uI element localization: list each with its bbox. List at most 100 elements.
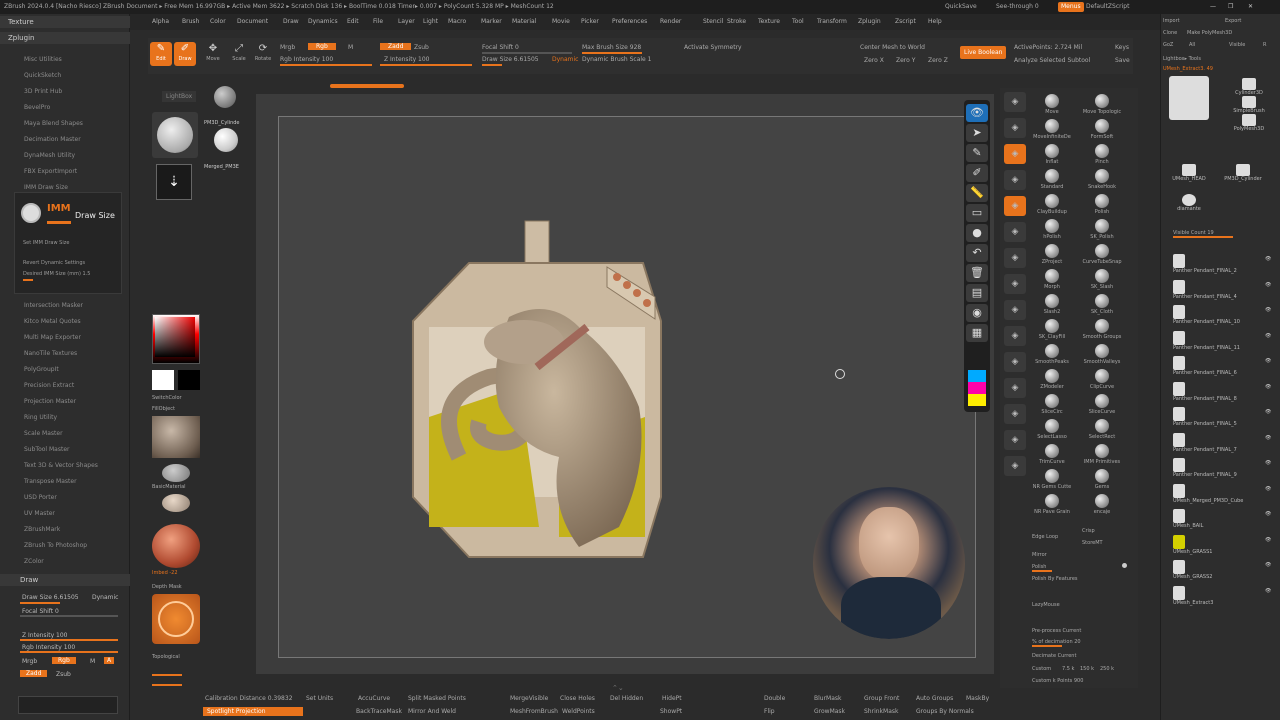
zero-x-button[interactable]: Zero X (864, 57, 884, 64)
side-tool-button[interactable]: ◈ (1004, 404, 1026, 424)
subtool-row[interactable]: Panther Pendant_FINAL_10 👁 (1173, 305, 1273, 327)
red-material-thumbnail[interactable] (152, 524, 200, 568)
brush-item[interactable]: IMM Primitives (1078, 444, 1126, 465)
menus-button[interactable]: Menus (1058, 2, 1084, 12)
brush-item[interactable]: SK_Cloth (1078, 294, 1126, 315)
plugin-item[interactable]: BevelPro (24, 104, 50, 111)
restore-icon[interactable]: ❐ (1228, 0, 1233, 14)
merged-thumbnail[interactable] (214, 128, 238, 152)
see-through-slider[interactable]: See-through 0 (996, 0, 1039, 14)
menu-movie[interactable]: Movie (552, 14, 570, 30)
brush-item[interactable]: FormSoft (1078, 119, 1126, 140)
zero-z-button[interactable]: Zero Z (928, 57, 948, 64)
switch-color-button[interactable]: SwitchColor (152, 395, 182, 401)
secondary-color-swatch[interactable] (178, 370, 200, 390)
brush-item[interactable]: ClayBuildup (1028, 194, 1076, 215)
eye-icon[interactable]: 👁 (1265, 282, 1271, 288)
close-holes-button[interactable]: Close Holes (560, 695, 595, 702)
rgb-intensity-slider[interactable]: Rgb Intensity 100 (280, 56, 333, 63)
viewport-tool-button[interactable]: 👁 (966, 104, 988, 122)
side-tool-button[interactable]: ◈ (1004, 170, 1026, 190)
menu-tool[interactable]: Tool (792, 14, 804, 30)
tool-thumbnail[interactable]: SimpleBrush (1221, 96, 1277, 114)
brush-item[interactable]: Gems (1078, 469, 1126, 490)
zsub-button[interactable]: Zsub (414, 44, 429, 51)
close-icon[interactable]: ✕ (1248, 0, 1253, 14)
menu-alpha[interactable]: Alpha (152, 14, 169, 30)
viewport-tool-button[interactable]: ▭ (966, 204, 988, 222)
all-button[interactable]: All (1189, 42, 1195, 48)
pm3d-cylinder-label[interactable]: PM3D_Cylinde (204, 120, 240, 126)
plugin-item[interactable]: NanoTile Textures (24, 350, 77, 357)
brush-item[interactable]: SliceCirc (1028, 394, 1076, 415)
eye-icon[interactable]: 👁 (1265, 511, 1271, 517)
move-button[interactable]: ✥ Move (202, 42, 224, 66)
viewport-tool-button[interactable]: 🗑 (966, 264, 988, 282)
plugin-item[interactable]: Transpose Master (24, 478, 77, 485)
backtrace-mask-button[interactable]: BackTraceMask (356, 708, 402, 715)
eye-icon[interactable]: 👁 (1265, 384, 1271, 390)
subtool-row[interactable]: Panther Pendant_FINAL_2 👁 (1173, 254, 1273, 276)
plugin-item[interactable]: Precision Extract (24, 382, 74, 389)
tool-thumbnail[interactable]: UMesh_HEAD (1161, 164, 1217, 182)
plugin-item[interactable]: PolyGroupIt (24, 366, 59, 373)
plugin-item[interactable]: Multi Map Exporter (24, 334, 81, 341)
groups-by-normals-button[interactable]: Groups By Normals (916, 708, 974, 715)
menu-zscript[interactable]: Zscript (895, 14, 916, 30)
set-units-button[interactable]: Set Units (306, 695, 333, 702)
side-tool-button[interactable]: ◈ (1004, 92, 1026, 112)
viewport-tool-button[interactable]: ▦ (966, 324, 988, 342)
menu-stencil[interactable]: Stencil (703, 14, 723, 30)
brush-item[interactable]: SmoothValleys (1078, 344, 1126, 365)
menu-render[interactable]: Render (660, 14, 681, 30)
subtool-row[interactable]: Panther Pendant_FINAL_6 👁 (1173, 356, 1273, 378)
subtool-row[interactable]: Panther Pendant_FINAL_7 👁 (1173, 432, 1273, 455)
split-masked-points-button[interactable]: Split Masked Points (408, 695, 466, 702)
plugin-item[interactable]: DynaMesh Utility (24, 152, 75, 159)
viewport-tool-button[interactable]: ✐ (966, 164, 988, 182)
current-brush-thumbnail[interactable] (152, 112, 198, 158)
tool-thumbnail[interactable]: diamante (1161, 194, 1217, 212)
plugin-item[interactable]: Projection Master (24, 398, 76, 405)
subtool-row[interactable]: Panther Pendant_FINAL_4 👁 (1173, 279, 1273, 302)
brush-item[interactable]: MoveInfiniteDe (1028, 119, 1076, 140)
menu-draw[interactable]: Draw (283, 14, 299, 30)
brush-item[interactable]: NR Gems Cutte (1028, 469, 1076, 490)
subtool-row[interactable]: UMesh_Merged_PM3D_Cube 👁 (1173, 483, 1273, 506)
auto-groups-button[interactable]: Auto Groups (916, 695, 953, 702)
plugin-item[interactable]: SubTool Master (24, 446, 69, 453)
zadd-button[interactable]: Zadd (380, 43, 412, 50)
menu-edit[interactable]: Edit (347, 14, 359, 30)
mrgb-button[interactable]: Mrgb (280, 44, 295, 51)
brush-item[interactable]: Inflat (1028, 144, 1076, 165)
zsub-button-left[interactable]: Zsub (56, 671, 71, 678)
brush-item[interactable]: SmoothPeaks (1028, 344, 1076, 365)
side-tool-button[interactable]: ◈ (1004, 118, 1026, 138)
menu-marker[interactable]: Marker (481, 14, 502, 30)
mesh-from-brush-button[interactable]: MeshFromBrush (510, 708, 558, 715)
flip-button[interactable]: Flip (764, 708, 775, 715)
depth-mask-button[interactable] (152, 594, 200, 644)
plugin-item[interactable]: Misc Utilities (24, 56, 62, 63)
calibration-distance-slider[interactable]: Calibration Distance 0.39832 (205, 695, 293, 702)
rotate-button[interactable]: ⟳ Rotate (252, 42, 274, 66)
plugin-item[interactable]: Maya Blend Shapes (24, 120, 83, 127)
subtool-row[interactable]: Panther Pendant_FINAL_9 👁 (1173, 458, 1273, 480)
mirror-and-weld-button[interactable]: Mirror And Weld (408, 708, 456, 715)
mrgb-button-left[interactable]: Mrgb (22, 658, 37, 665)
brush-item[interactable]: TrimCurve (1028, 444, 1076, 465)
plugin-item[interactable]: IMM Draw Size (24, 184, 68, 191)
plugin-item[interactable]: Intersection Masker (24, 302, 83, 309)
side-tool-button[interactable]: ◈ (1004, 378, 1026, 398)
plugin-item[interactable]: USD Porter (24, 494, 57, 501)
ytiles-slider[interactable] (152, 684, 182, 686)
brush-item[interactable]: Move (1028, 94, 1076, 115)
eye-icon[interactable]: 👁 (1265, 307, 1271, 313)
side-tool-button[interactable]: ◈ (1004, 326, 1026, 346)
brush-item[interactable]: Slash2 (1028, 294, 1076, 315)
eye-icon[interactable]: 👁 (1265, 562, 1271, 568)
group-front-button[interactable]: Group Front (864, 695, 899, 702)
brush-item[interactable]: SK_ClayFill (1028, 319, 1076, 340)
side-tool-button[interactable]: ◈ (1004, 300, 1026, 320)
draw-size-slider-left[interactable]: Draw Size 6.61505 (22, 594, 79, 601)
